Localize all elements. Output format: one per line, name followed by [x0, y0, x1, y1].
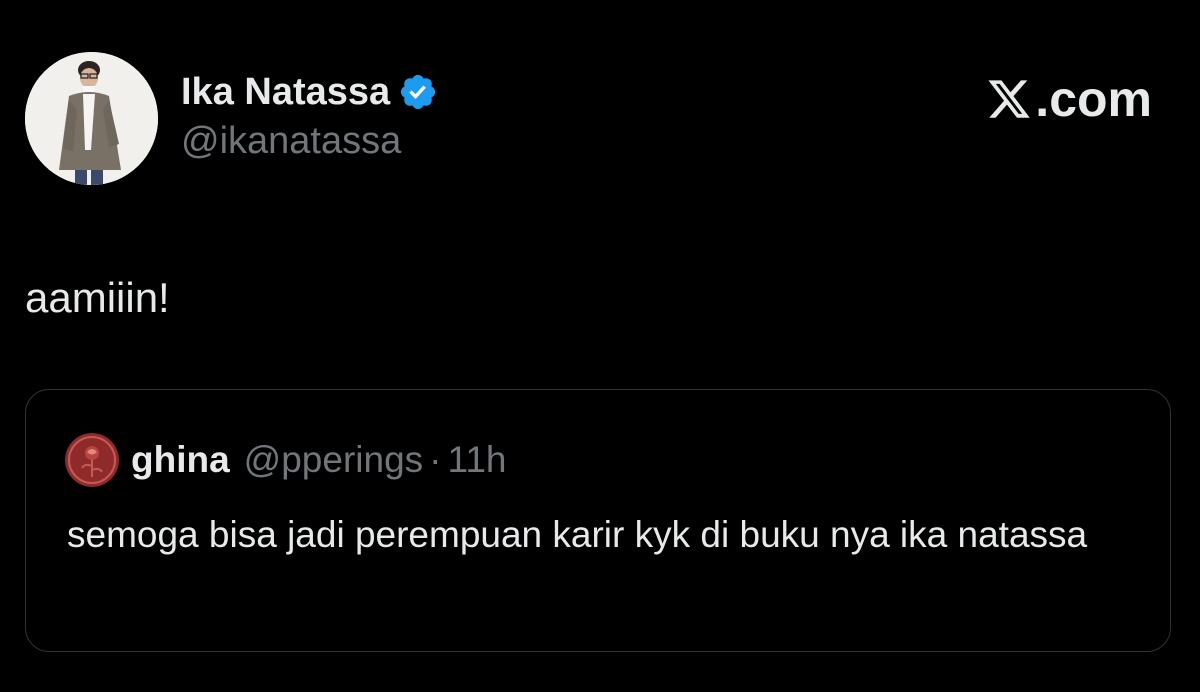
quoted-author-avatar[interactable] [65, 433, 119, 487]
author-display-name[interactable]: Ika Natassa [181, 71, 390, 114]
quoted-author-name[interactable]: ghina [131, 439, 230, 481]
quoted-author-handle[interactable]: @pperings [244, 439, 424, 481]
author-names: Ika Natassa @ikanatassa [181, 70, 438, 163]
author-handle[interactable]: @ikanatassa [181, 120, 438, 163]
quoted-tweet[interactable]: ghina @pperings · 11h semoga bisa jadi p… [25, 389, 1171, 652]
verified-badge-icon [398, 72, 438, 112]
separator-dot: · [429, 439, 442, 480]
quoted-tweet-header: ghina @pperings · 11h [65, 433, 507, 487]
tweet-text: aamiiin! [25, 274, 170, 321]
tweet-card: Ika Natassa @ikanatassa .com aamiiin! gh… [0, 0, 1200, 692]
quoted-tweet-time[interactable]: 11h [448, 439, 507, 481]
brand-domain: .com [1035, 71, 1152, 127]
x-brand: .com [985, 70, 1152, 128]
quoted-tweet-text: semoga bisa jadi perempuan karir kyk di … [67, 514, 1088, 555]
x-logo-icon [985, 76, 1033, 122]
author-avatar[interactable] [25, 52, 158, 185]
author-name-row: Ika Natassa [181, 70, 438, 114]
tweet-author[interactable]: Ika Natassa @ikanatassa [25, 52, 438, 185]
